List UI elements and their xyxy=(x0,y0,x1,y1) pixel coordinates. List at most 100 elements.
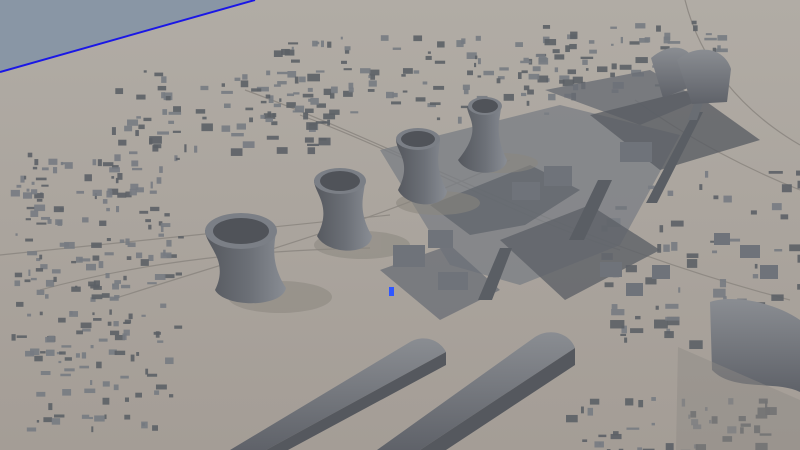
building-block xyxy=(635,315,641,320)
building-block xyxy=(691,20,697,25)
building-block xyxy=(538,57,549,65)
city-model-scene[interactable] xyxy=(0,0,800,450)
building-block xyxy=(148,224,152,230)
building-block xyxy=(588,40,595,44)
building-block xyxy=(234,77,241,81)
building-block xyxy=(84,174,92,182)
building-block xyxy=(141,314,146,317)
building-block xyxy=(119,239,125,243)
building-block xyxy=(663,244,670,252)
building-block xyxy=(178,236,184,239)
building-block xyxy=(34,204,46,212)
building-block xyxy=(143,70,147,73)
building-block xyxy=(90,344,94,349)
building-block xyxy=(281,48,290,55)
building-block xyxy=(402,90,408,93)
building-block xyxy=(624,337,628,343)
building-block xyxy=(678,287,681,293)
building-block xyxy=(327,41,332,48)
building-block xyxy=(173,106,181,113)
building-block xyxy=(107,321,112,326)
building-block xyxy=(693,25,698,32)
building-block xyxy=(582,439,588,443)
building-block xyxy=(129,151,138,155)
building-block xyxy=(48,403,53,411)
building-block xyxy=(140,259,149,266)
building-block xyxy=(713,195,719,200)
building-block xyxy=(318,137,327,141)
selection-marker[interactable] xyxy=(389,287,394,296)
building-block xyxy=(109,167,120,173)
building-block xyxy=(611,304,618,310)
building-block xyxy=(80,322,92,329)
building-block xyxy=(597,66,608,73)
building-block xyxy=(58,360,62,364)
building-block xyxy=(723,195,732,203)
building-block xyxy=(413,70,420,74)
building-block xyxy=(169,394,174,398)
building-block xyxy=(113,321,119,327)
building-block xyxy=(115,177,119,184)
building-block xyxy=(40,351,46,354)
building-block xyxy=(704,170,709,178)
building-block xyxy=(158,233,164,237)
building-block xyxy=(620,333,627,336)
building-block xyxy=(598,434,607,438)
building-block xyxy=(656,25,661,32)
building-block xyxy=(401,74,406,77)
building-block xyxy=(331,86,338,94)
building-block xyxy=(221,83,225,87)
building-block xyxy=(136,116,141,119)
building-block xyxy=(521,70,528,74)
building-block xyxy=(223,103,231,109)
building-block xyxy=(161,76,167,83)
building-block xyxy=(523,85,530,91)
building-block xyxy=(110,330,120,336)
building-block xyxy=(41,167,49,171)
storage-shed-3[interactable] xyxy=(651,47,731,104)
building-block xyxy=(30,210,39,217)
building-block xyxy=(367,89,375,92)
building-block xyxy=(45,349,55,356)
building-block xyxy=(299,76,306,83)
building-block xyxy=(109,309,112,315)
building-block xyxy=(35,177,47,181)
building-block xyxy=(670,220,684,227)
building-block xyxy=(127,119,139,126)
building-block xyxy=(91,294,103,300)
building-block xyxy=(41,184,49,187)
building-block xyxy=(341,60,347,64)
building-block xyxy=(145,219,151,223)
building-block xyxy=(307,147,316,155)
building-block xyxy=(221,125,231,132)
building-block xyxy=(11,334,16,341)
building-block xyxy=(135,252,143,259)
building-block xyxy=(136,94,146,100)
building-block xyxy=(242,141,255,148)
building-block xyxy=(112,283,120,290)
building-block xyxy=(752,274,759,279)
building-block xyxy=(286,93,295,97)
building-block xyxy=(31,189,38,195)
building-block xyxy=(36,420,40,423)
building-block xyxy=(789,244,800,252)
building-block xyxy=(323,113,336,120)
building-block xyxy=(123,321,130,324)
building-block xyxy=(781,184,792,193)
building-block xyxy=(150,181,153,189)
building-block xyxy=(54,414,65,418)
building-block xyxy=(106,207,110,212)
building-block xyxy=(27,313,32,317)
building-block xyxy=(57,220,63,226)
building-block xyxy=(64,368,75,372)
building-block xyxy=(58,317,66,323)
building-block xyxy=(34,159,39,166)
building-block xyxy=(64,357,72,361)
building-block xyxy=(116,206,120,213)
3d-viewport[interactable] xyxy=(0,0,800,450)
building-block xyxy=(124,414,131,420)
building-block xyxy=(567,69,577,75)
building-block xyxy=(613,431,619,436)
building-block xyxy=(16,184,22,188)
building-block xyxy=(85,263,96,271)
